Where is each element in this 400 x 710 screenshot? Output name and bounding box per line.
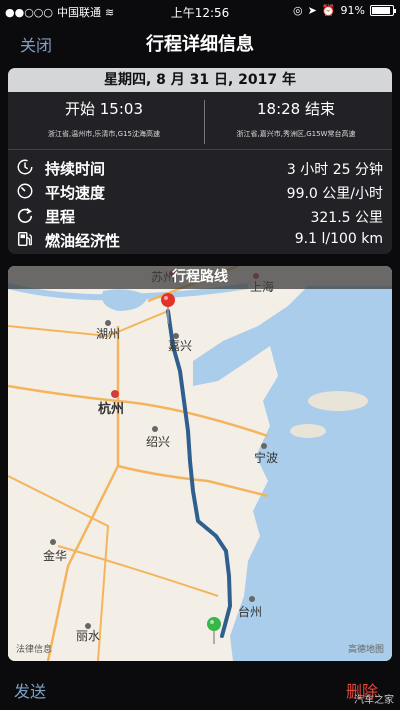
- city-label: 嘉兴: [168, 339, 192, 353]
- status-bar: ●●○○○ 中国联通 ≋ 上午12:56 ◎ ➤ ⏰ 91%: [0, 0, 400, 22]
- stat-value: 321.5 公里: [310, 210, 383, 226]
- stat-fuel: 燃油经济性 9.1 l/100 km: [8, 227, 392, 251]
- end-time: 18:28 结束: [257, 100, 335, 118]
- stat-label: 里程: [45, 208, 76, 226]
- location-arrow-icon: ➤: [307, 4, 317, 17]
- start-time: 开始 15:03: [65, 100, 143, 118]
- map-island: [290, 424, 326, 438]
- stat-label: 平均速度: [45, 184, 106, 202]
- battery-percent: 91%: [340, 4, 365, 17]
- trip-stats: 持续时间 3 小时 25 分钟 平均速度 99.0 公里/小时 里程 321.5…: [8, 150, 392, 251]
- nav-bar: 关闭 行程详细信息: [0, 22, 400, 62]
- stat-label: 持续时间: [45, 160, 106, 178]
- start-location: 浙江省,温州市,乐清市,G15沈海高速: [47, 130, 160, 138]
- stat-label: 燃油经济性: [45, 232, 121, 250]
- stat-value: 99.0 公里/小时: [286, 186, 383, 202]
- stat-mileage: 里程 321.5 公里: [8, 203, 392, 227]
- city-label: 金华: [43, 548, 67, 563]
- city-dot: [50, 539, 56, 545]
- city-label: 绍兴: [146, 435, 170, 449]
- end-location: 浙江省,嘉兴市,秀洲区,G15W常台高速: [236, 130, 356, 138]
- stat-duration: 持续时间 3 小时 25 分钟: [8, 155, 392, 179]
- battery-fill: [372, 7, 391, 14]
- map-title: 行程路线: [8, 266, 392, 289]
- page-title: 行程详细信息: [146, 34, 254, 55]
- city-label: 台州: [238, 604, 262, 619]
- city-dot: [261, 443, 267, 449]
- trip-summary-card: 星期四, 8 月 31 日, 2017 年 开始 15:03 浙江省,温州市,乐…: [8, 68, 392, 254]
- city-label: 湖州: [96, 326, 120, 341]
- watermark: 汽车之家: [354, 695, 394, 706]
- city-dot: [249, 596, 255, 602]
- fuel-icon: [17, 231, 32, 247]
- battery-icon: [370, 5, 396, 16]
- trip-date: 星期四, 8 月 31 日, 2017 年: [8, 68, 392, 92]
- stat-value: 9.1 l/100 km: [294, 231, 383, 247]
- city-label: 杭州: [98, 401, 124, 417]
- speed-icon: [17, 183, 33, 199]
- alarm-icon: ⏰: [321, 4, 336, 17]
- trip-times: 开始 15:03 浙江省,温州市,乐清市,G15沈海高速 18:28 结束 浙江…: [8, 92, 392, 150]
- city-dot: [152, 426, 158, 432]
- stat-speed: 平均速度 99.0 公里/小时: [8, 179, 392, 203]
- send-button[interactable]: 发送: [14, 678, 46, 702]
- city-label: 宁波: [254, 450, 278, 465]
- map-island: [308, 391, 368, 411]
- map-brand-logo: 高德地图: [347, 645, 384, 655]
- legal-link[interactable]: 法律信息: [16, 642, 52, 655]
- status-right: ◎ ➤ ⏰ 91%: [293, 4, 396, 17]
- duration-icon: [17, 159, 33, 175]
- city-dot: [111, 390, 119, 398]
- lock-rotation-icon: ◎: [293, 4, 303, 17]
- city-label: 丽水: [76, 629, 100, 643]
- city-dot: [105, 320, 111, 326]
- bottom-toolbar: 发送 删除 汽车之家: [0, 670, 400, 710]
- map-canvas[interactable]: 苏州 上海 湖州 嘉兴 杭州 绍兴 宁波 金华 台州 丽水: [8, 266, 392, 661]
- stat-value: 3 小时 25 分钟: [286, 162, 383, 178]
- route-map[interactable]: 苏州 上海 湖州 嘉兴 杭州 绍兴 宁波 金华 台州 丽水 行程路线 法律信息 …: [8, 266, 392, 661]
- mileage-icon: [17, 208, 33, 223]
